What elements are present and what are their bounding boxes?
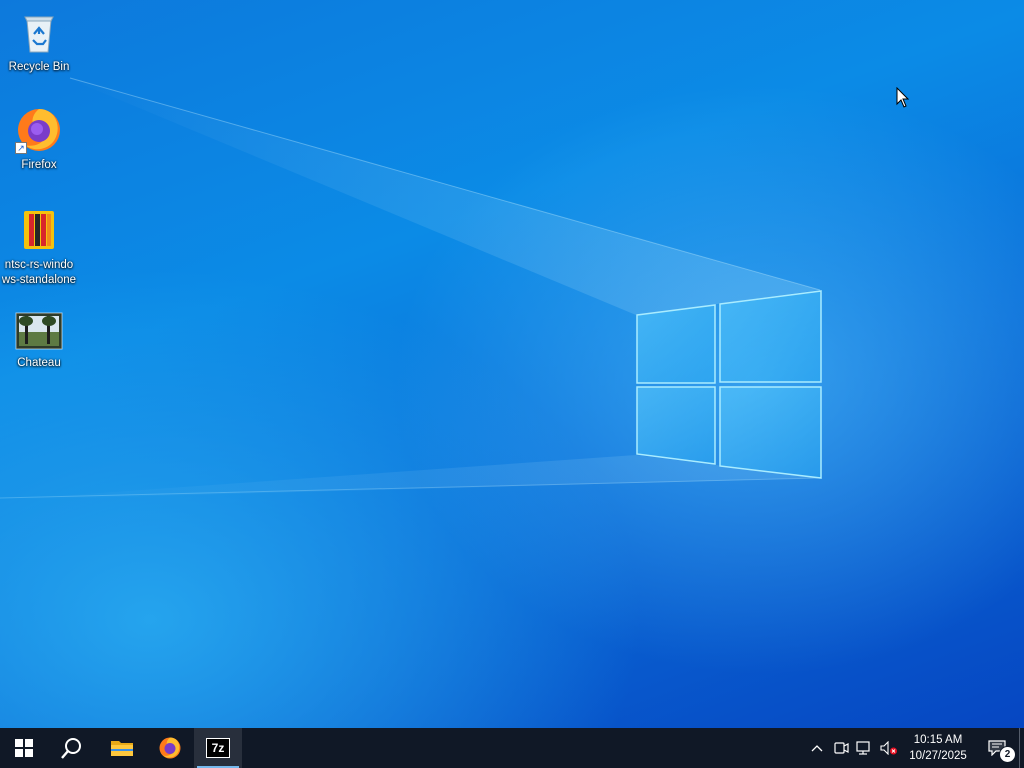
system-tray: 10:15 AM 10/27/2025 2	[805, 728, 1024, 768]
taskbar-firefox[interactable]	[146, 728, 194, 768]
windows-logo-light-beams	[0, 75, 822, 500]
mouse-cursor-icon	[896, 87, 910, 108]
windows-logo-icon	[15, 739, 33, 757]
recycle-bin-icon	[15, 8, 63, 56]
desktop-icon-label: Recycle Bin	[8, 61, 70, 73]
search-icon	[61, 738, 81, 759]
desktop-icon-firefox[interactable]: ↗ Firefox	[0, 106, 78, 173]
taskbar-7zip[interactable]: 7z	[194, 728, 242, 768]
firefox-icon	[159, 737, 181, 759]
network-button[interactable]	[853, 728, 877, 768]
chevron-up-icon	[811, 745, 823, 752]
clock-time: 10:15 AM	[913, 734, 963, 746]
start-button[interactable]	[0, 728, 48, 768]
notification-count-badge: 2	[999, 746, 1016, 763]
volume-button[interactable]	[877, 728, 901, 768]
desktop-icon-label: Chateau	[17, 357, 61, 369]
network-icon	[856, 741, 870, 755]
taskbar-clock[interactable]: 10:15 AM 10/27/2025	[901, 728, 975, 768]
desktop-icon-ntsc-rs[interactable]: ntsc-rs-windows-standalone	[0, 206, 78, 288]
meet-now-icon	[834, 742, 849, 754]
taskbar: 7z 10:15 AM 10/27/2025 2	[0, 728, 1024, 768]
desktop-icon-recycle-bin[interactable]: Recycle Bin	[0, 8, 78, 75]
show-desktop-button[interactable]	[1019, 728, 1024, 768]
shortcut-arrow-icon: ↗	[15, 142, 27, 154]
ntsc-rs-icon	[15, 206, 63, 254]
taskbar-file-explorer[interactable]	[98, 728, 146, 768]
desktop-icon-chateau[interactable]: Chateau	[0, 312, 78, 371]
7zip-icon: 7z	[206, 738, 230, 758]
volume-muted-icon	[880, 741, 897, 755]
action-center-button[interactable]: 2	[975, 728, 1019, 768]
desktop-icon-label: ntsc-rs-windows-standalone	[1, 259, 77, 286]
search-button[interactable]	[48, 728, 96, 768]
folder-icon	[111, 741, 133, 756]
desktop-wallpaper	[0, 0, 1024, 728]
show-hidden-icons-button[interactable]	[805, 728, 829, 768]
clock-date: 10/27/2025	[909, 750, 967, 762]
image-thumbnail-icon	[15, 312, 63, 352]
meet-now-button[interactable]	[829, 728, 853, 768]
desktop-icon-label: Firefox	[21, 159, 57, 171]
firefox-icon: ↗	[15, 106, 63, 154]
